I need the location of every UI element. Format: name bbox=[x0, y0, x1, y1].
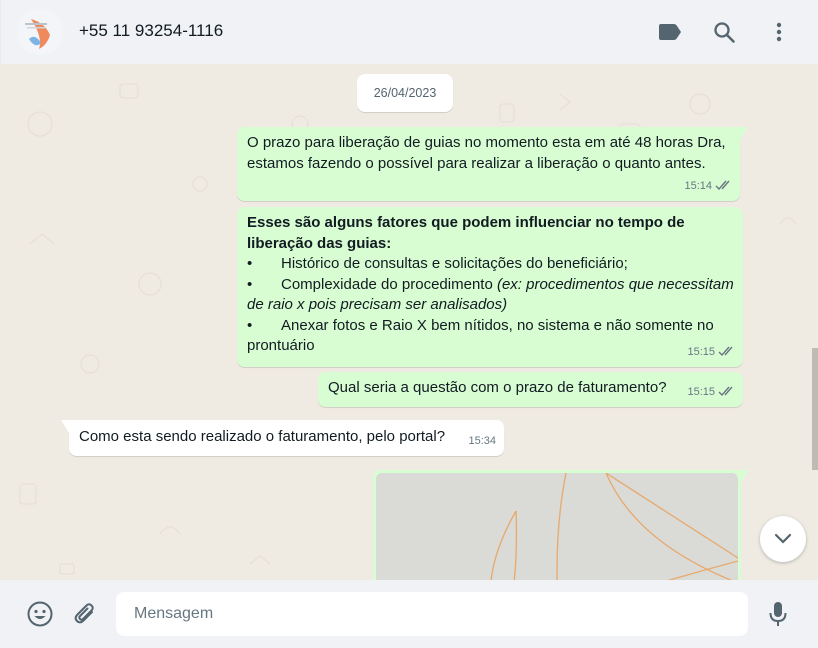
outgoing-message[interactable]: Esses são alguns fatores que podem influ… bbox=[237, 207, 743, 367]
message-meta: 15:14 bbox=[684, 176, 732, 197]
message-time: 15:14 bbox=[684, 179, 712, 192]
microphone-icon[interactable] bbox=[764, 600, 792, 628]
message-heading: Esses são alguns fatores que podem influ… bbox=[247, 214, 685, 252]
bullet-symbol: • bbox=[247, 316, 253, 334]
scroll-down-button[interactable] bbox=[760, 516, 806, 562]
message-meta: 15:34 bbox=[468, 431, 496, 452]
chevron-down-icon bbox=[774, 533, 792, 544]
message-time: 15:34 bbox=[468, 434, 496, 447]
message-time: 15:15 bbox=[687, 345, 715, 358]
message-text: Como esta sendo realizado o faturamento,… bbox=[79, 428, 446, 445]
emoji-icon[interactable] bbox=[26, 600, 54, 628]
read-ticks-icon bbox=[718, 346, 733, 357]
incoming-message[interactable]: Como esta sendo realizado o faturamento,… bbox=[61, 420, 504, 456]
conversation-panel[interactable]: 26/04/2023 O prazo para liberação de gui… bbox=[0, 64, 818, 580]
outgoing-message[interactable]: Qual seria a questão com o prazo de fatu… bbox=[318, 372, 743, 407]
read-ticks-icon bbox=[718, 386, 733, 397]
bullet-item: • Complexidade do procedimento (ex: proce… bbox=[247, 275, 734, 316]
attach-icon[interactable] bbox=[71, 600, 99, 628]
search-icon[interactable] bbox=[711, 19, 737, 45]
menu-icon[interactable] bbox=[766, 19, 792, 45]
message-text: O prazo para liberação de guias no momen… bbox=[247, 134, 726, 172]
message-text: Qual seria a questão com o prazo de fatu… bbox=[328, 379, 667, 396]
message-input[interactable] bbox=[116, 592, 748, 636]
chat-scrollbar[interactable] bbox=[812, 348, 818, 470]
bullet-text: Complexidade do procedimento bbox=[281, 275, 497, 293]
contact-name[interactable]: +55 11 93254-1116 bbox=[79, 21, 223, 41]
date-divider: 26/04/2023 bbox=[357, 74, 453, 112]
message-meta: 15:15 bbox=[687, 342, 735, 363]
message-composer bbox=[0, 580, 818, 648]
bullet-item: • Anexar fotos e Raio X bem nítidos, no s… bbox=[247, 316, 734, 357]
bullet-item: • Histórico de consultas e solicitações d… bbox=[247, 254, 734, 275]
bullet-text: Anexar fotos e Raio X bem nítidos, no si… bbox=[247, 316, 714, 355]
bullet-symbol: • bbox=[247, 275, 253, 293]
read-ticks-icon bbox=[715, 180, 730, 191]
outgoing-message[interactable]: O prazo para liberação de guias no momen… bbox=[237, 127, 748, 201]
message-meta: 15:15 bbox=[687, 382, 735, 403]
chat-header: +55 11 93254-1116 bbox=[0, 0, 818, 64]
contact-avatar[interactable] bbox=[17, 9, 63, 55]
label-icon[interactable] bbox=[657, 19, 683, 45]
bullet-symbol: • bbox=[247, 255, 253, 272]
image-thumbnail[interactable] bbox=[376, 473, 738, 580]
bullet-text: Histórico de consultas e solicitações do… bbox=[281, 255, 628, 272]
outgoing-image-message[interactable] bbox=[373, 470, 749, 580]
message-time: 15:15 bbox=[687, 385, 715, 398]
